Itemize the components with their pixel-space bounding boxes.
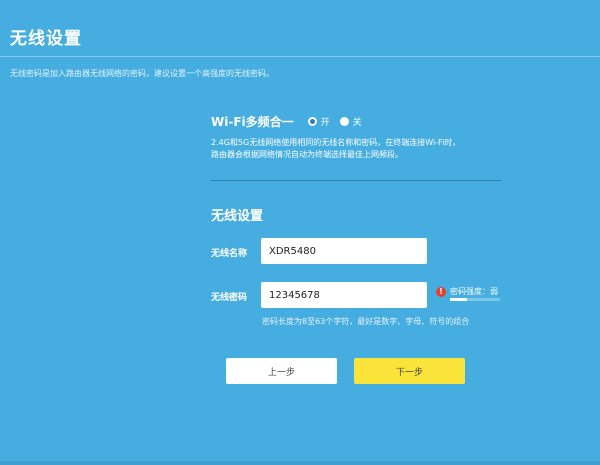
password-strength: ! 密码强度：弱 bbox=[436, 286, 500, 301]
warning-icon: ! bbox=[436, 287, 446, 297]
radio-on-label: 开 bbox=[320, 118, 330, 128]
title-divider bbox=[0, 56, 600, 57]
wifi-merge-description: 2.4G和5G无线网络使用相同的无线名称和密码，在终端连接Wi-Fi时， 路由器… bbox=[211, 137, 511, 161]
section-divider bbox=[211, 180, 501, 181]
password-input[interactable] bbox=[261, 282, 427, 308]
wifi-merge-description-line1: 2.4G和5G无线网络使用相同的无线名称和密码，在终端连接Wi-Fi时， bbox=[211, 138, 461, 147]
password-strength-bar bbox=[450, 298, 500, 301]
prev-button[interactable]: 上一步 bbox=[226, 358, 337, 384]
footer-divider bbox=[0, 461, 600, 465]
radio-off-label: 关 bbox=[352, 118, 362, 128]
wifi-merge-off-radio[interactable]: 关 bbox=[339, 115, 362, 128]
next-button[interactable]: 下一步 bbox=[354, 358, 465, 384]
section-title: 无线设置 bbox=[211, 209, 264, 224]
radio-unchecked-icon[interactable] bbox=[339, 117, 349, 126]
password-strength-fill bbox=[450, 298, 467, 301]
wifi-merge-row: Wi-Fi多频合一 开 关 bbox=[211, 113, 372, 130]
password-label: 无线密码 bbox=[211, 293, 248, 303]
wifi-merge-label: Wi-Fi多频合一 bbox=[211, 115, 294, 129]
ssid-label: 无线名称 bbox=[211, 249, 248, 259]
password-strength-text: 密码强度：弱 bbox=[450, 287, 498, 296]
password-hint: 密码长度为8至63个字符，最好是数字、字母、符号的组合 bbox=[262, 317, 470, 326]
page-title: 无线设置 bbox=[10, 29, 82, 49]
wifi-merge-description-line2: 路由器会根据网络情况自动为终端选择最佳上网频段。 bbox=[211, 150, 403, 159]
ssid-input[interactable] bbox=[261, 238, 427, 264]
page-subtitle: 无线密码是加入路由器无线网络的密码，建议设置一个高强度的无线密码。 bbox=[10, 69, 274, 78]
wifi-merge-on-radio[interactable]: 开 bbox=[307, 115, 330, 128]
radio-checked-icon[interactable] bbox=[307, 117, 317, 126]
